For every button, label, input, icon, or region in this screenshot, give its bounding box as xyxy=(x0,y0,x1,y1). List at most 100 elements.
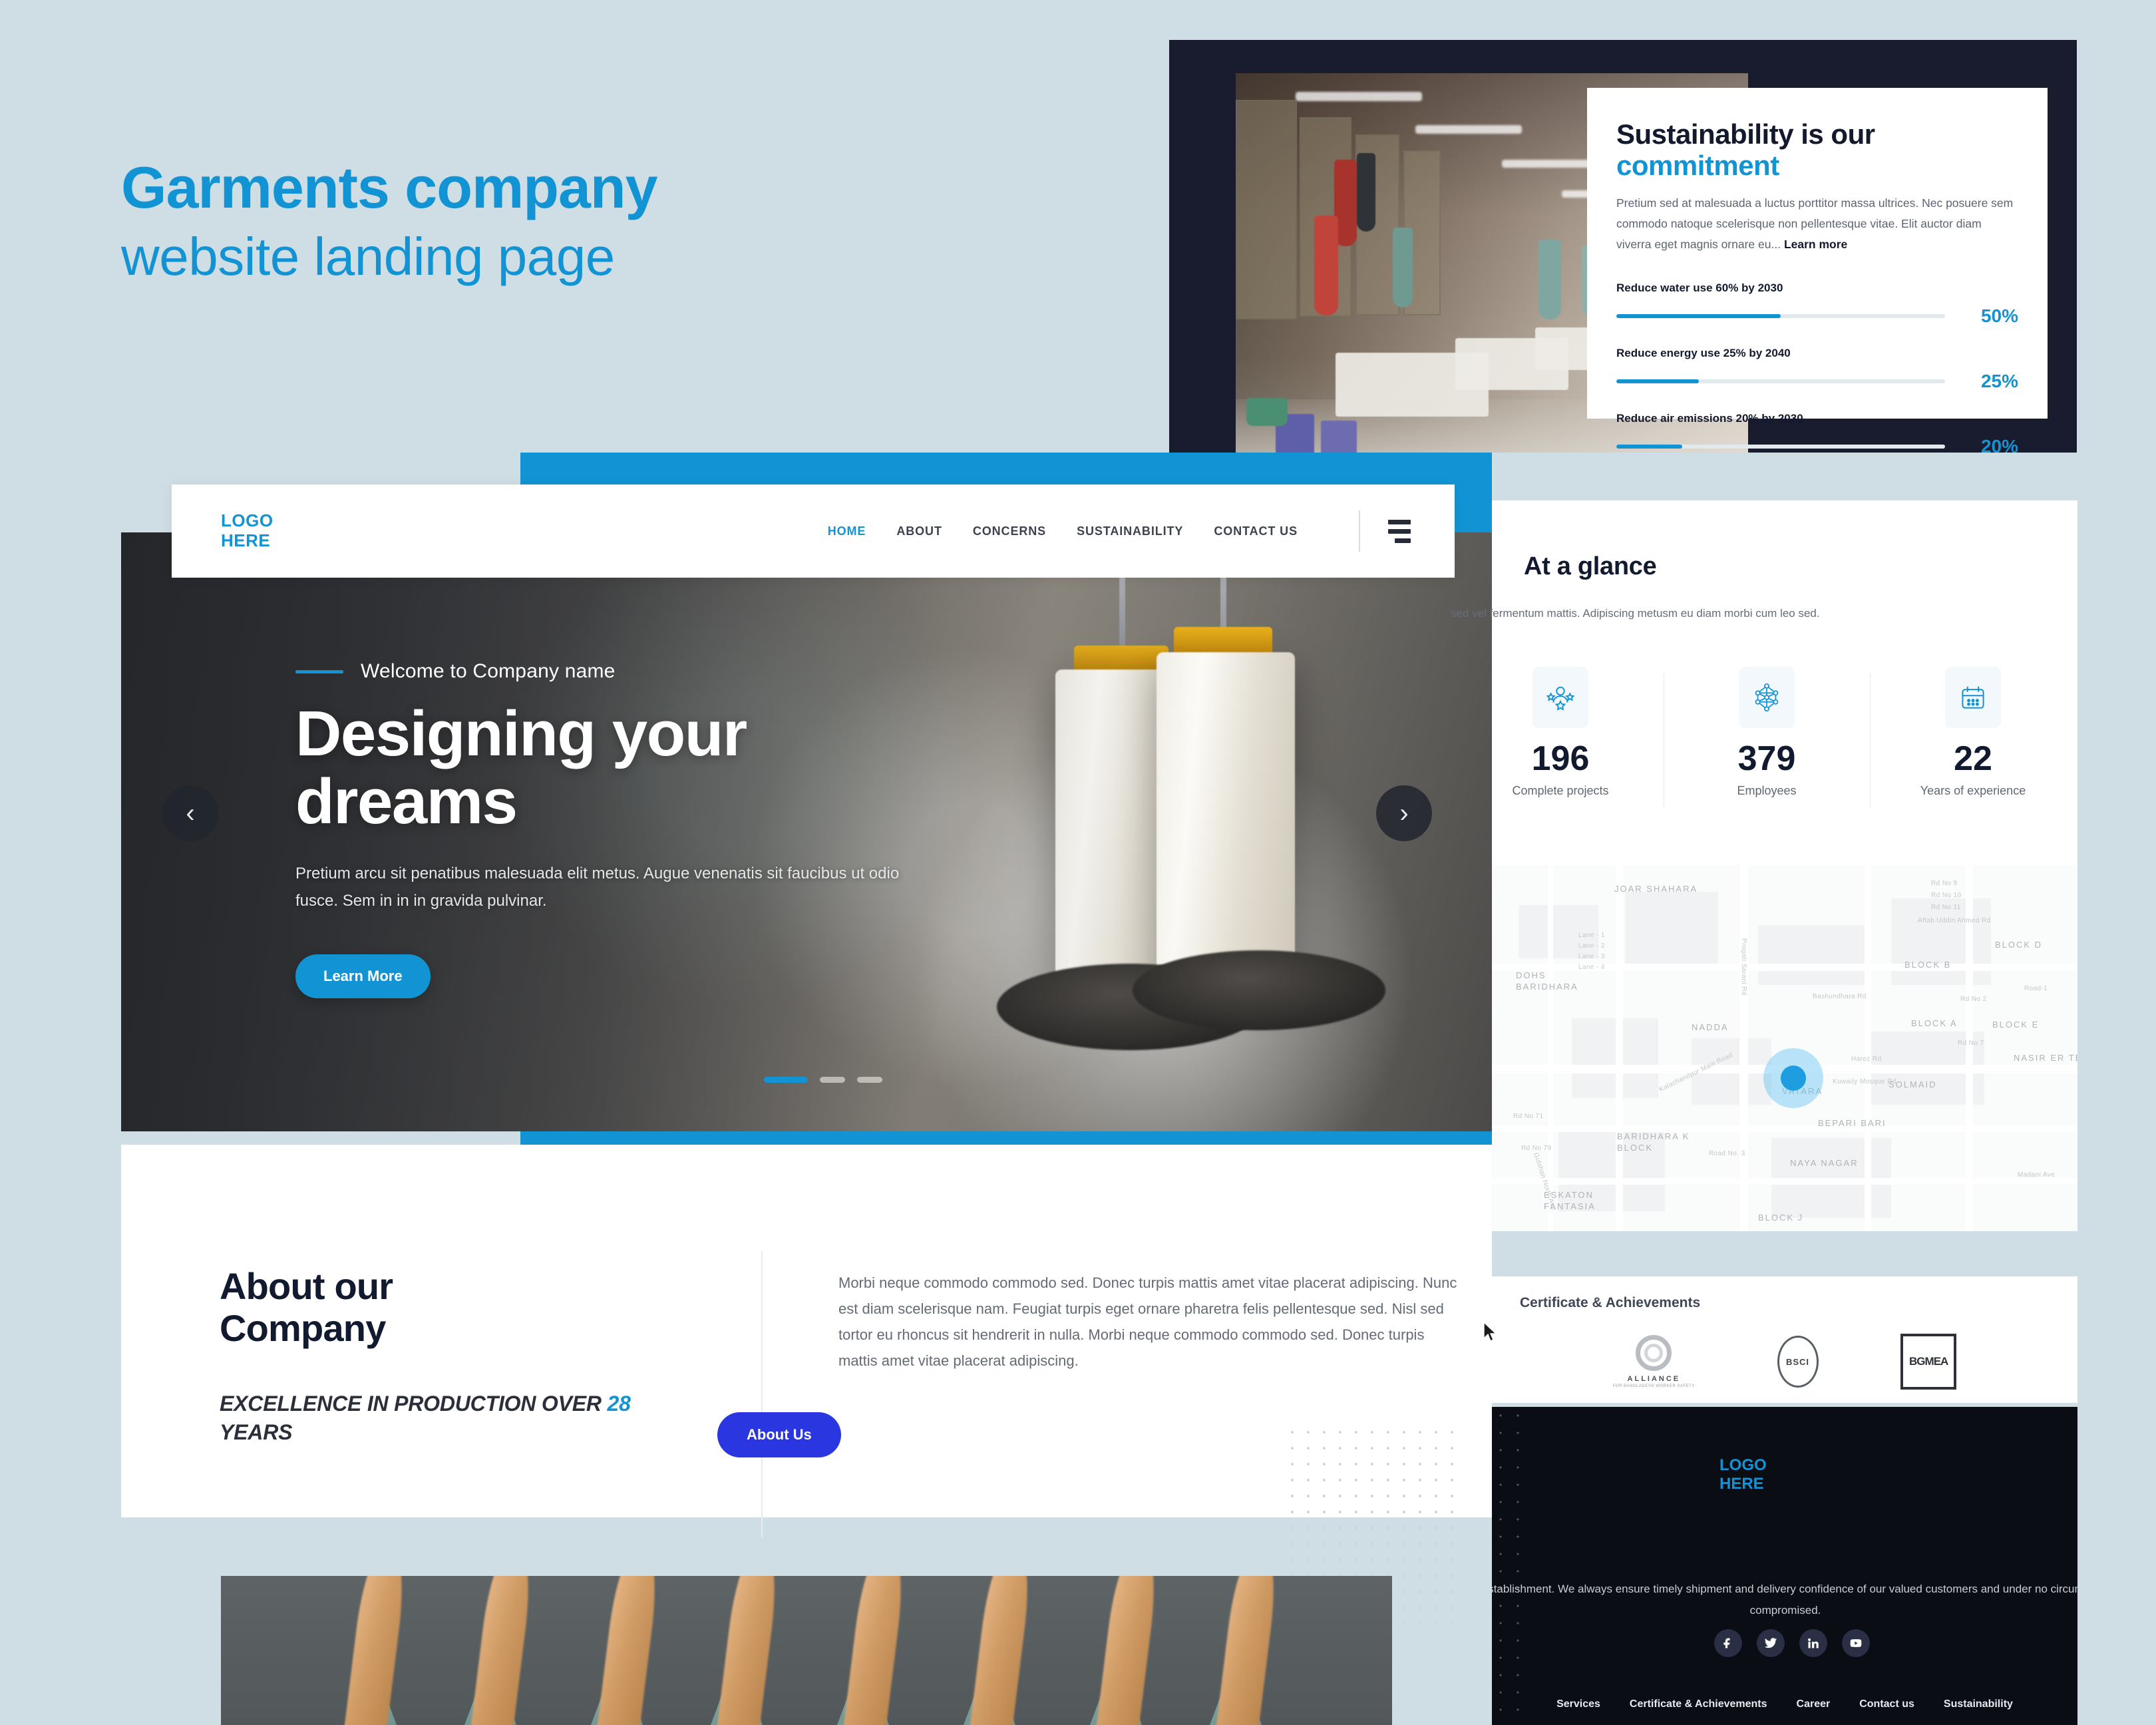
sustainability-panel: Sustainability is our commitment Pretium… xyxy=(1169,40,2077,453)
at-a-glance-heading: At a glance xyxy=(1524,552,1657,580)
map-street-label: Rd No 11 xyxy=(1931,904,1961,911)
calendar-icon xyxy=(1945,667,2001,728)
map-label: DOHS BARIDHARA xyxy=(1516,970,1578,992)
goal-percent: 25% xyxy=(1980,371,2018,392)
goal-progress-fill xyxy=(1616,379,1699,384)
hero-eyebrow-text: Welcome to Company name xyxy=(361,660,616,682)
hero-banner: Welcome to Company name Designing your d… xyxy=(121,532,1492,1131)
hero-prev-arrow-button[interactable]: ‹ xyxy=(162,785,218,841)
certificate-name: BGMEA xyxy=(1909,1355,1948,1368)
bsci-logo-icon: BSCI xyxy=(1777,1336,1819,1388)
certificate-name: BSCI xyxy=(1785,1356,1810,1367)
goal-label: Reduce water use 60% by 2030 xyxy=(1616,282,1783,295)
location-map[interactable]: JOAR SHAHARA DOHS BARIDHARA NADDA BLOCK … xyxy=(1492,865,2077,1231)
footer-link-sustainability[interactable]: Sustainability xyxy=(1944,1698,2013,1710)
sustainability-heading: Sustainability is our commitment xyxy=(1616,118,2018,181)
map-street-label: Madani Ave xyxy=(2018,1171,2056,1179)
goal-progress-fill xyxy=(1616,445,1682,449)
map-label: NADDA xyxy=(1692,1022,1729,1032)
stat-years-of-experience: 22 Years of experience xyxy=(1870,667,2076,807)
hero-slider-dot-1[interactable] xyxy=(764,1077,808,1083)
map-street-label: Rd No 79 xyxy=(1521,1145,1552,1152)
facebook-icon[interactable] xyxy=(1714,1629,1742,1657)
alliance-logo-icon xyxy=(1636,1335,1672,1371)
bgmea-logo-icon: BGMEA xyxy=(1900,1334,1957,1390)
site-footer: LOGO HERE the key to our establishment. … xyxy=(1492,1407,2077,1725)
linkedin-icon[interactable] xyxy=(1799,1629,1827,1657)
about-paragraph: Morbi neque commodo commodo sed. Donec t… xyxy=(838,1274,1457,1370)
footer-description: the key to our establishment. We always … xyxy=(1492,1583,2077,1617)
certificates-section: Certificate & Achievements ALLIANCE FOR … xyxy=(1492,1276,2077,1403)
map-location-pin[interactable] xyxy=(1763,1048,1823,1108)
map-label: BLOCK E xyxy=(1992,1020,2040,1030)
certificate-alliance: ALLIANCE FOR BANGLADESH WORKER SAFETY xyxy=(1613,1335,1695,1388)
footer-link-career[interactable]: Career xyxy=(1797,1698,1831,1710)
stats-row: 196 Complete projects 379 Employees 22 Y… xyxy=(1457,667,2076,807)
hero-slider-dot-3[interactable] xyxy=(857,1077,882,1083)
certificate-subtitle: FOR BANGLADESH WORKER SAFETY xyxy=(1612,1384,1695,1388)
map-label: NAYA NAGAR xyxy=(1790,1158,1859,1168)
map-street-label: Kuwaity Mosque Rd xyxy=(1833,1078,1896,1085)
about-tagline-post: YEARS xyxy=(220,1420,293,1444)
footer-logo-line-1: LOGO xyxy=(1719,1456,1767,1474)
hero-next-arrow-button[interactable]: › xyxy=(1376,785,1432,841)
map-street-label: Road No. 3 xyxy=(1709,1150,1745,1157)
footer-logo[interactable]: LOGO HERE xyxy=(1719,1456,1767,1493)
goal-progress-track xyxy=(1616,314,1945,319)
hero-headline: Designing your dreams xyxy=(295,698,747,837)
youtube-icon[interactable] xyxy=(1842,1629,1870,1657)
about-tagline-pre: EXCELLENCE IN PRODUCTION OVER xyxy=(220,1392,608,1416)
hero-learn-more-button[interactable]: Learn More xyxy=(295,954,431,998)
stat-label: Years of experience xyxy=(1920,784,2026,797)
hero-slider-dots xyxy=(764,1077,882,1083)
map-street-label: Bashundhara Rd xyxy=(1813,993,1867,1000)
map-street-label: Rd No 10 xyxy=(1931,892,1962,899)
certificates-heading: Certificate & Achievements xyxy=(1520,1295,1701,1310)
footer-nav: Services Certificate & Achievements Care… xyxy=(1492,1698,2077,1710)
about-us-button[interactable]: About Us xyxy=(717,1412,841,1457)
map-street-label: Rd No 71 xyxy=(1513,1113,1544,1120)
team-star-icon xyxy=(1532,667,1588,728)
about-tagline: EXCELLENCE IN PRODUCTION OVER 28 YEARS xyxy=(220,1390,632,1447)
stat-value: 22 xyxy=(1954,739,1992,778)
map-label: BEPARI BARI xyxy=(1818,1118,1886,1128)
footer-logo-line-2: HERE xyxy=(1719,1474,1764,1493)
at-a-glance-subtitle: sed vel fermentum mattis. Adipiscing met… xyxy=(1451,607,1820,620)
map-street-label: Rd No 9 xyxy=(1931,880,1958,887)
map-label: BLOCK D xyxy=(1995,940,2043,950)
sustainability-heading-line1: Sustainability is our xyxy=(1616,118,1875,150)
footer-dot-pattern xyxy=(1492,1407,1533,1725)
map-street-label: Lane - 1 xyxy=(1578,932,1605,939)
sustainability-card: Sustainability is our commitment Pretium… xyxy=(1587,88,2048,453)
goal-item: Reduce water use 60% by 2030 50% xyxy=(1616,282,2018,327)
goal-progress-track xyxy=(1616,445,1945,449)
logo-line-1: LOGO xyxy=(221,510,273,531)
map-street-label: Aftab Uddin Ahmed Rd xyxy=(1918,917,1991,924)
map-label: BARIDHARA K BLOCK xyxy=(1617,1131,1690,1153)
about-heading-line1: About our xyxy=(220,1265,393,1307)
network-nodes-icon xyxy=(1739,667,1795,728)
goal-label: Reduce air emissions 20% by 2030 xyxy=(1616,412,1803,425)
sustainability-learn-more-link[interactable]: Learn more xyxy=(1784,238,1847,251)
twitter-icon[interactable] xyxy=(1757,1629,1785,1657)
map-label: NASIR ER TEK xyxy=(2014,1053,2077,1063)
stat-value: 379 xyxy=(1737,739,1796,778)
footer-link-contact-us[interactable]: Contact us xyxy=(1859,1698,1914,1710)
goal-percent: 50% xyxy=(1980,305,2018,327)
certificate-name: ALLIANCE xyxy=(1627,1375,1681,1383)
about-heading-line2: Company xyxy=(220,1306,386,1349)
hero-slider-dot-2[interactable] xyxy=(820,1077,845,1083)
map-street-label: Harez Rd xyxy=(1851,1055,1882,1063)
sustainability-goals: Reduce water use 60% by 2030 50% Reduce … xyxy=(1616,282,2018,453)
goal-item: Reduce energy use 25% by 2040 25% xyxy=(1616,347,2018,392)
hero-eyebrow: Welcome to Company name xyxy=(295,660,616,683)
stat-label: Employees xyxy=(1737,784,1797,797)
sustainability-paragraph: Pretium sed at malesuada a luctus portti… xyxy=(1616,193,2018,255)
clothing-hangers-photo xyxy=(221,1576,1392,1725)
goal-label: Reduce energy use 25% by 2040 xyxy=(1616,347,1791,360)
footer-link-certificate[interactable]: Certificate & Achievements xyxy=(1630,1698,1767,1710)
map-street-label: Road-1 xyxy=(2024,985,2048,992)
poster-title-line1: Garments company xyxy=(121,154,658,220)
mouse-cursor xyxy=(1483,1321,1497,1342)
footer-link-services[interactable]: Services xyxy=(1556,1698,1600,1710)
